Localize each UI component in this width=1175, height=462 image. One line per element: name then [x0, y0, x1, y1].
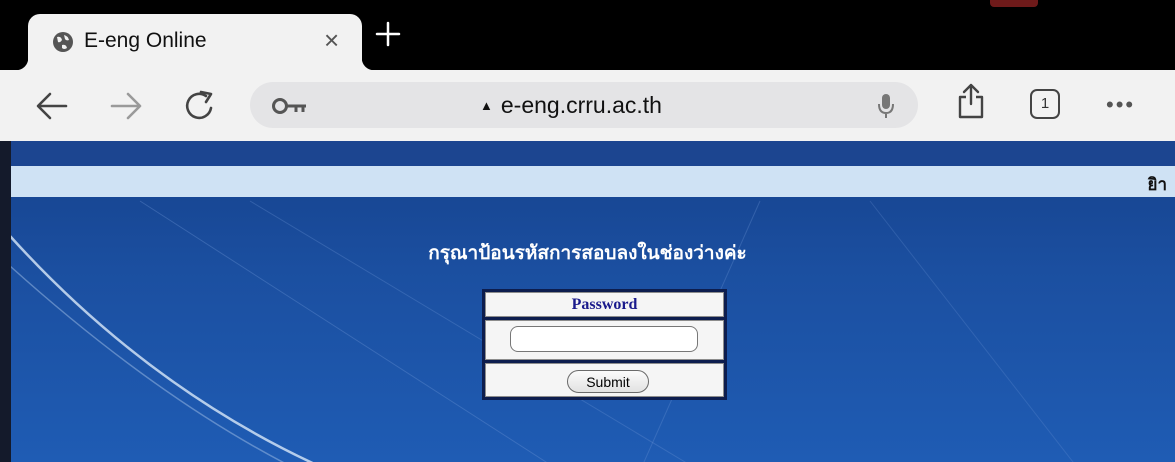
page-left-edge: [0, 141, 11, 462]
address-bar[interactable]: ▲ e-eng.crru.ac.th: [250, 82, 918, 128]
tab-count-button[interactable]: 1: [1030, 89, 1060, 119]
plus-icon[interactable]: [374, 20, 402, 48]
globe-icon: [53, 32, 73, 52]
share-icon[interactable]: [956, 82, 986, 120]
info-band: ยิา: [11, 166, 1175, 197]
password-input[interactable]: [510, 326, 698, 352]
band-text: ยิา: [1147, 175, 1167, 195]
url-display[interactable]: ▲ e-eng.crru.ac.th: [480, 92, 662, 119]
exam-code-prompt: กรุณาป้อนรหัสการสอบลงในช่องว่างค่ะ: [428, 242, 747, 264]
password-input-cell: [485, 320, 724, 360]
password-label-cell: Password: [485, 292, 724, 317]
microphone-icon[interactable]: [876, 92, 896, 120]
key-icon[interactable]: [272, 96, 310, 116]
tab-title: E-eng Online: [84, 29, 207, 52]
page-header-band: [11, 141, 1175, 166]
insecure-warning-icon: ▲: [480, 98, 493, 113]
more-options-icon[interactable]: •••: [1106, 92, 1135, 118]
submit-cell: Submit: [485, 363, 724, 397]
browser-toolbar: ▲ e-eng.crru.ac.th 1 •••: [0, 70, 1175, 141]
submit-button[interactable]: Submit: [567, 370, 649, 393]
web-page: ยิา กรุณาป้อนรหัสการสอบลงในช่องว่างค่ะ P…: [0, 141, 1175, 462]
close-tab-icon[interactable]: ×: [324, 27, 339, 53]
url-text: e-eng.crru.ac.th: [500, 92, 662, 118]
password-form: Password Submit: [482, 289, 727, 400]
tab-strip-accent: [990, 0, 1038, 7]
forward-arrow-icon[interactable]: [108, 88, 144, 124]
reload-icon[interactable]: [182, 88, 218, 124]
browser-tab[interactable]: E-eng Online ×: [16, 14, 374, 70]
password-label: Password: [571, 296, 638, 313]
tab-strip: E-eng Online ×: [0, 0, 1175, 70]
back-arrow-icon[interactable]: [34, 88, 70, 124]
